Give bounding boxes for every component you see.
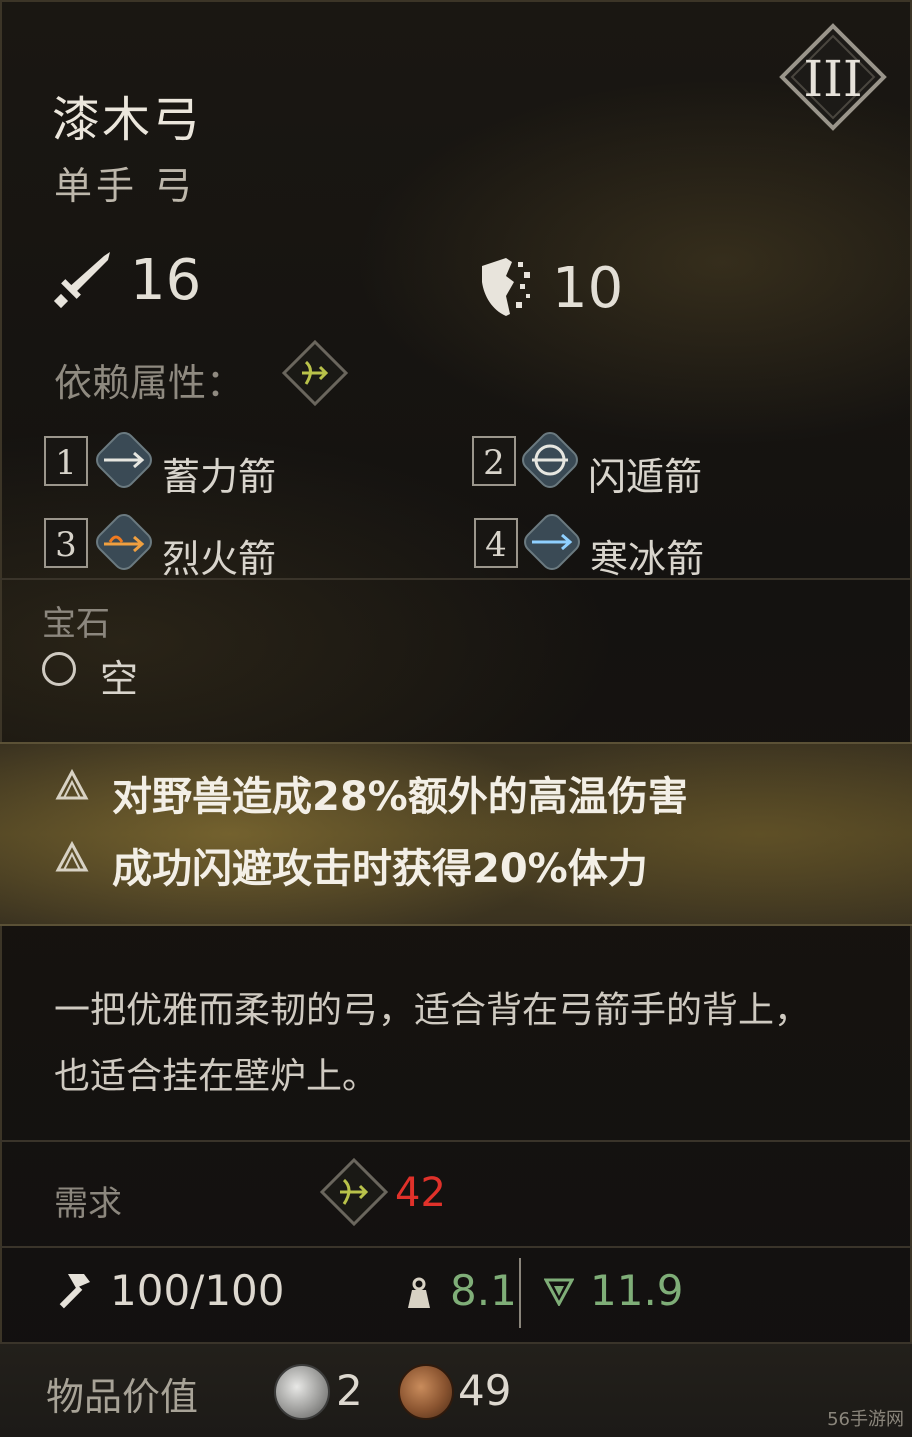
item-description: 一把优雅而柔韧的弓，适合背在弓箭手的背上，也适合挂在壁炉上。 — [54, 990, 811, 1097]
hammer-icon — [54, 1270, 94, 1310]
silver-coin-icon — [274, 1364, 330, 1420]
skill-name-1: 蓄力箭 — [162, 455, 277, 499]
durability-value: 100/100 — [110, 1266, 285, 1315]
tier-text: III — [803, 50, 862, 108]
attack-value: 16 — [130, 248, 202, 313]
weight-icon — [402, 1276, 436, 1310]
ice-arrow-icon — [522, 512, 582, 572]
gem-label: 宝石 — [42, 604, 110, 644]
charged-arrow-icon — [94, 430, 154, 490]
item-tooltip-panel — [0, 0, 912, 1435]
requirement-value: 42 — [395, 1170, 446, 1216]
skill-name-3: 烈火箭 — [162, 537, 277, 581]
requirement-label: 需求 — [54, 1184, 122, 1224]
bonus-icon — [54, 840, 90, 876]
copper-coin-icon — [398, 1364, 454, 1420]
bonus-text-2: 成功闪避攻击时获得20%体力 — [112, 846, 648, 892]
watermark: 56手游网 — [827, 1409, 904, 1430]
evade-arrow-icon — [520, 430, 580, 490]
fire-arrow-icon — [94, 512, 154, 572]
gem-slot-empty-icon[interactable] — [42, 652, 76, 686]
silver-value: 2 — [336, 1366, 363, 1415]
bonus-icon — [54, 768, 90, 804]
skill-name-4: 寒冰箭 — [590, 537, 705, 581]
shield-break-icon — [476, 252, 536, 318]
sword-icon — [52, 250, 112, 310]
divider-requirement — [0, 1246, 912, 1248]
skill-key-3: 3 — [44, 518, 88, 568]
item-name: 漆木弓 — [52, 92, 203, 148]
skill-name-2: 闪遁箭 — [588, 455, 703, 499]
tier-badge: III — [778, 22, 888, 132]
poise-icon — [543, 1276, 575, 1308]
item-type: 单手 弓 — [54, 164, 197, 208]
weight-value: 8.1 — [450, 1266, 517, 1315]
dependency-label: 依赖属性： — [54, 361, 245, 405]
defense-value: 10 — [552, 256, 624, 321]
bonus-text-1: 对野兽造成28%额外的高温伤害 — [112, 774, 688, 820]
gem-value: 空 — [100, 657, 139, 701]
divider-skills — [0, 578, 912, 580]
copper-value: 49 — [458, 1366, 512, 1415]
skill-key-4: 4 — [474, 518, 518, 568]
poise-value: 11.9 — [590, 1266, 684, 1315]
item-value-label: 物品价值 — [46, 1375, 199, 1419]
dexterity-attribute-icon — [319, 1157, 389, 1227]
divider-description — [0, 1140, 912, 1142]
skill-key-1: 1 — [44, 436, 88, 486]
dexterity-attribute-icon — [281, 339, 349, 407]
skill-key-2: 2 — [472, 436, 516, 486]
stat-separator — [519, 1258, 521, 1328]
